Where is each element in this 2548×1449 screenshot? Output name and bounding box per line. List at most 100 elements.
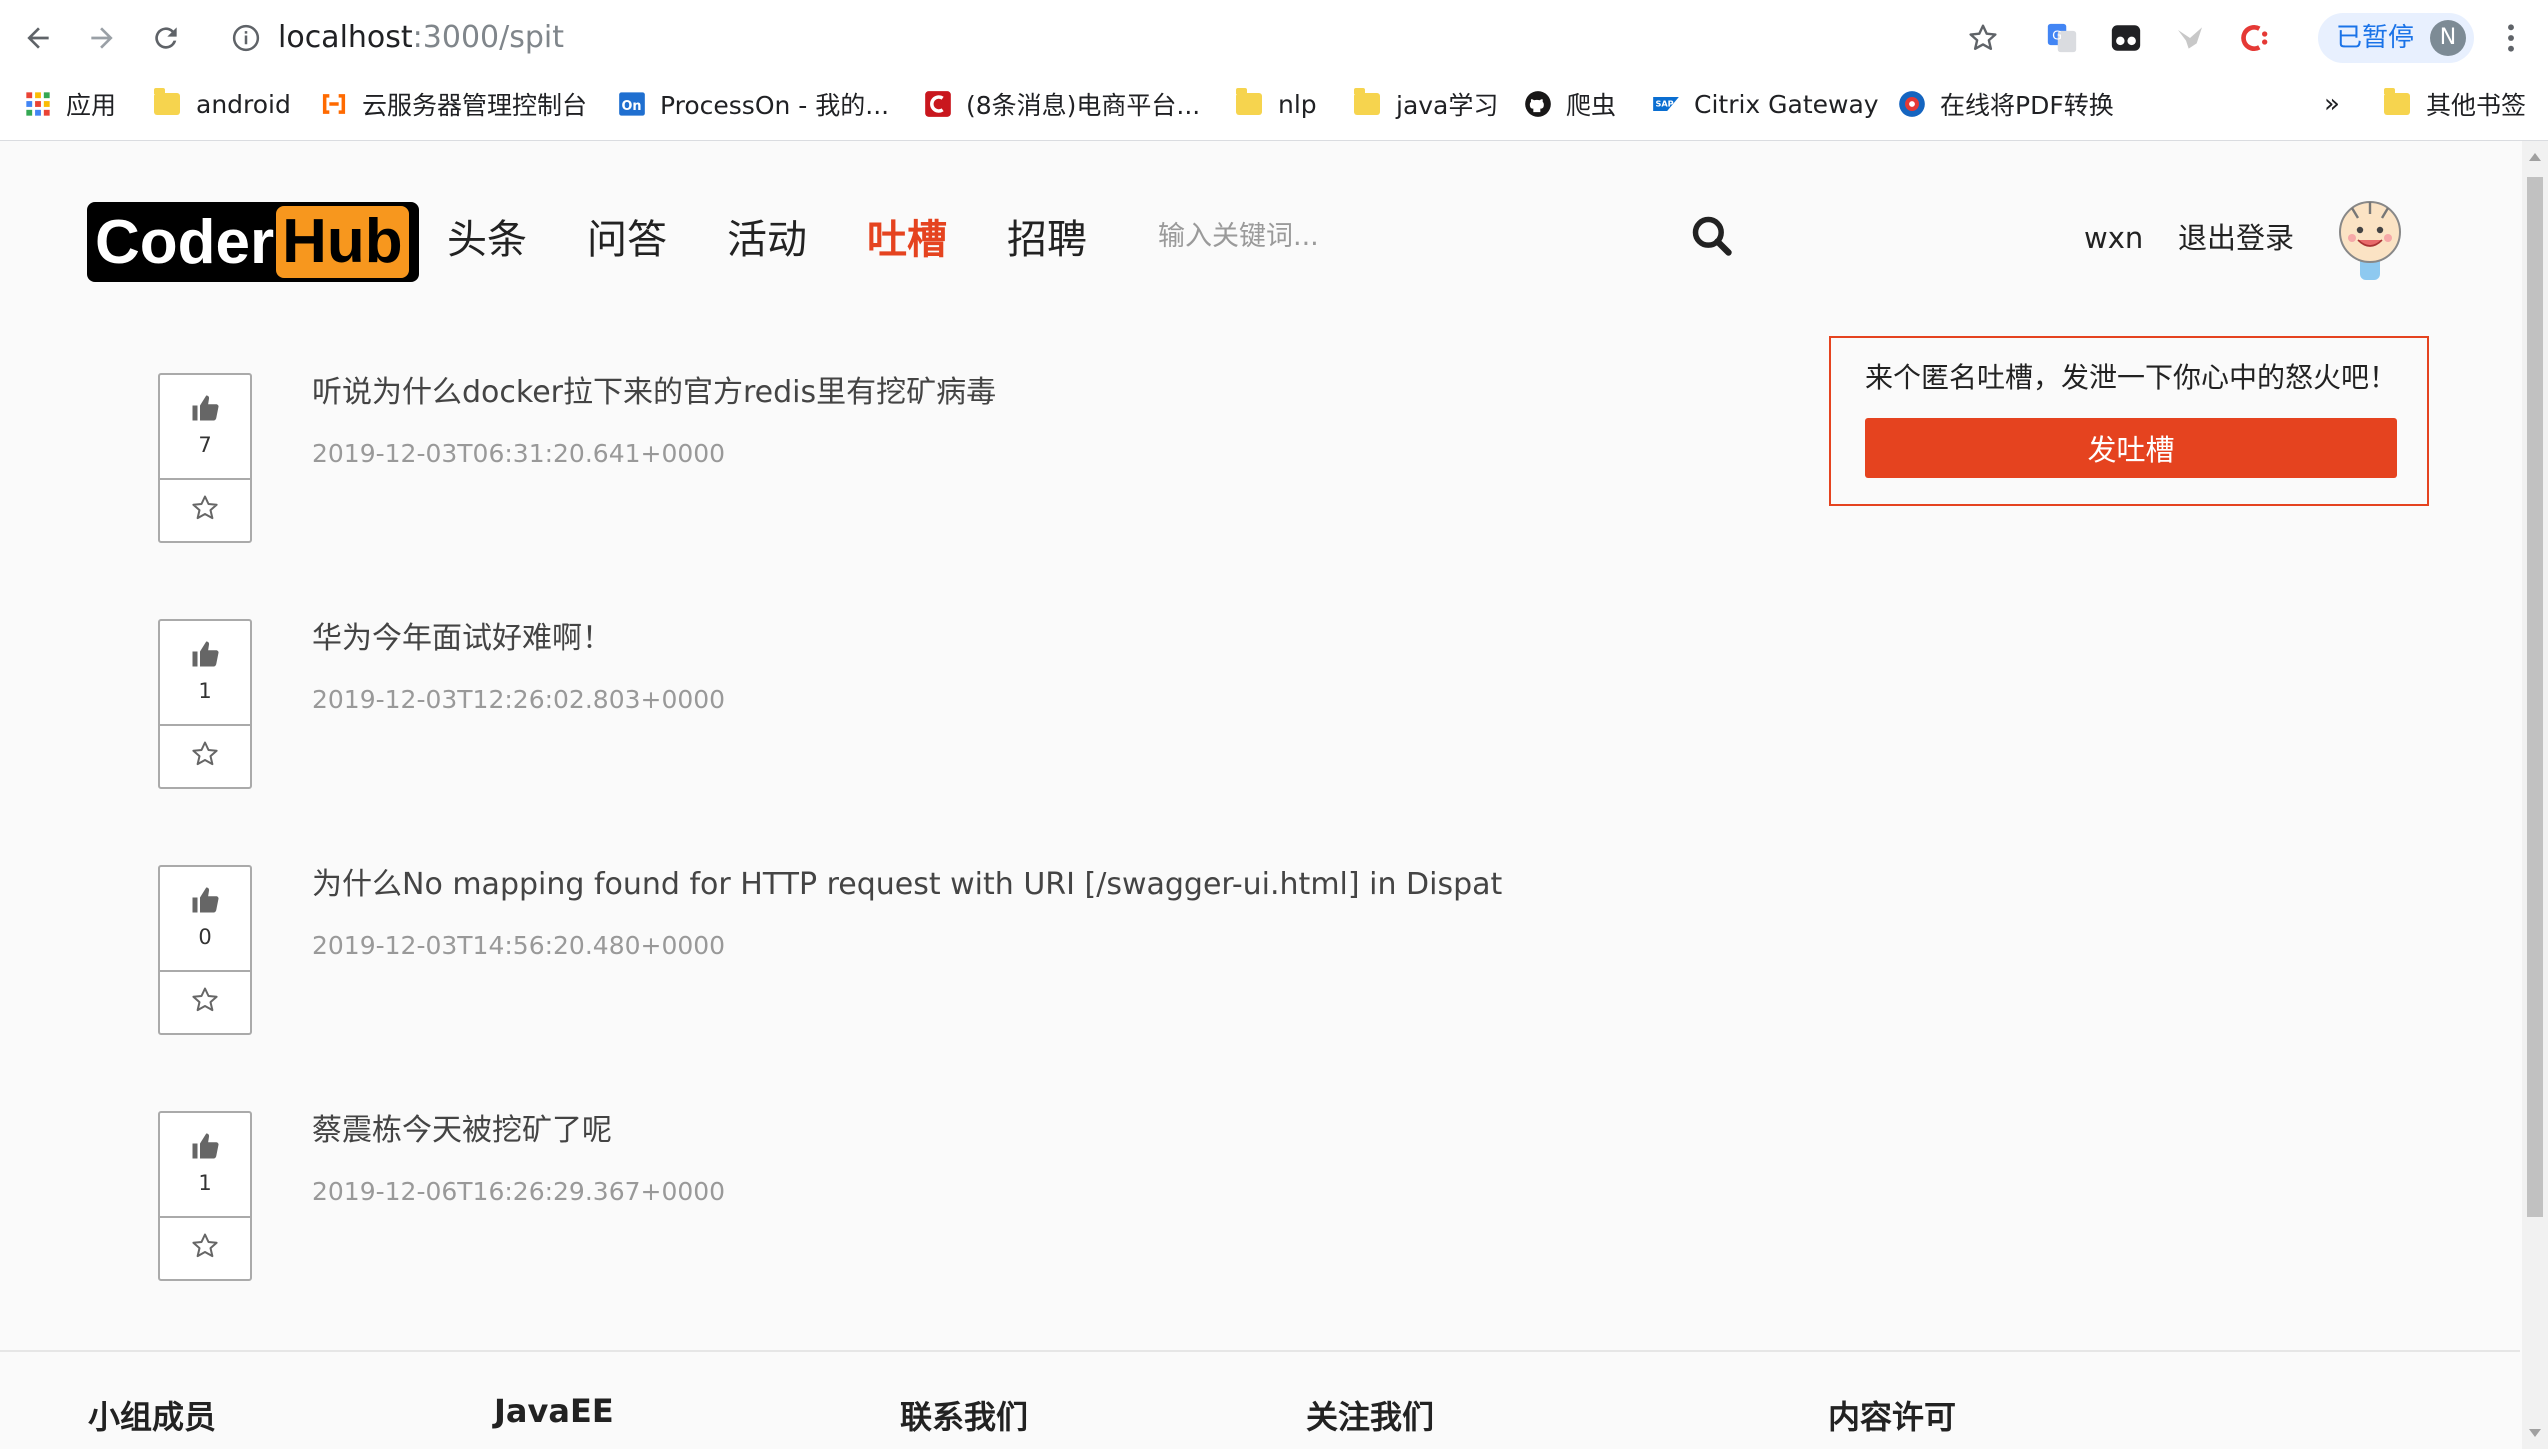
bookmark-processon[interactable]: On ProcessOn - 我的...: [618, 82, 889, 126]
bookmark-label: 爬虫: [1566, 91, 1617, 120]
username-link[interactable]: wxn: [2084, 216, 2143, 260]
star-outline-icon[interactable]: [190, 1231, 220, 1261]
glasses-icon: [2111, 25, 2141, 51]
bookmark-label: nlp: [1278, 89, 1317, 119]
nav-headlines[interactable]: 头条: [447, 210, 527, 270]
more-bookmarks-label: »: [2324, 89, 2340, 119]
scroll-up-arrow-icon[interactable]: [2529, 153, 2541, 161]
list-item: 1 蔡震栋今天被挖矿了呢 2019-12-06T16:26:29.367+000…: [0, 1111, 1800, 1286]
footer-heading-members: 小组成员: [88, 1398, 217, 1436]
spit-title[interactable]: 为什么No mapping found for HTTP request wit…: [312, 865, 1502, 905]
page-scrollbar[interactable]: [2522, 141, 2548, 1449]
bookmark-csdn[interactable]: (8条消息)电商平台...: [924, 82, 1200, 126]
bookmark-nlp[interactable]: nlp: [1236, 82, 1317, 126]
like-button[interactable]: 1: [160, 1113, 250, 1218]
star-outline-icon: [1969, 24, 1997, 50]
reload-icon: [155, 27, 177, 49]
vote-box: 1: [158, 1111, 252, 1281]
spit-title[interactable]: 听说为什么docker拉下来的官方redis里有挖矿病毒: [312, 373, 996, 413]
url-host: localhost: [278, 20, 413, 55]
like-button[interactable]: 1: [160, 621, 250, 726]
star-outline-icon[interactable]: [190, 493, 220, 523]
nav-jobs[interactable]: 招聘: [1007, 210, 1087, 270]
csdn-icon: [925, 91, 951, 117]
star-outline-icon[interactable]: [190, 985, 220, 1015]
logout-link[interactable]: 退出登录: [2178, 216, 2294, 260]
back-button[interactable]: [14, 14, 62, 62]
post-spit-prompt: 来个匿名吐槽，发泄一下你心中的怒火吧！: [1865, 361, 2398, 394]
list-item: 7 听说为什么docker拉下来的官方redis里有挖矿病毒 2019-12-0…: [0, 373, 1800, 548]
folder-icon: [154, 88, 182, 118]
folder-icon: [1354, 88, 1382, 118]
other-bookmarks[interactable]: 其他书签: [2384, 82, 2526, 126]
svg-text:SAP: SAP: [1656, 98, 1674, 108]
bookmark-label: 云服务器管理控制台: [362, 91, 588, 120]
user-avatar[interactable]: [2334, 196, 2406, 280]
incognito-extension[interactable]: [2106, 18, 2146, 58]
like-count: 1: [198, 1171, 212, 1195]
reload-button[interactable]: [142, 14, 190, 62]
search-icon[interactable]: [1690, 214, 1734, 258]
bookmark-java[interactable]: java学习: [1354, 82, 1498, 126]
spit-timestamp: 2019-12-06T16:26:29.367+0000: [312, 1177, 726, 1206]
sync-paused-button[interactable]: 已暂停 N: [2318, 13, 2474, 63]
address-bar[interactable]: localhost:3000/spit: [278, 18, 564, 58]
nav-qa[interactable]: 问答: [587, 210, 667, 270]
nav-spit[interactable]: 吐槽: [867, 210, 947, 270]
search-bar: [1142, 190, 1752, 282]
vote-box: 1: [158, 619, 252, 789]
list-item: 0 为什么No mapping found for HTTP request w…: [0, 865, 1800, 1040]
thumbs-up-icon: [192, 887, 219, 913]
bookmark-crawler[interactable]: 爬虫: [1524, 82, 1616, 126]
pdf-convert-icon: [1899, 91, 1925, 117]
search-input[interactable]: [1158, 210, 1678, 262]
bookmark-citrix[interactable]: SAP Citrix Gateway: [1652, 82, 1879, 126]
spit-timestamp: 2019-12-03T14:56:20.480+0000: [312, 931, 726, 960]
site-info-button[interactable]: [222, 14, 270, 62]
like-count: 1: [198, 679, 212, 703]
sap-icon: SAP: [1653, 97, 1679, 111]
coderhub-logo[interactable]: Coder Hub: [87, 202, 419, 282]
thumbs-up-icon: [192, 395, 219, 421]
info-icon: [232, 24, 260, 52]
bookmark-label: 应用: [66, 91, 117, 120]
bookmark-label: 在线将PDF转换: [1940, 91, 2114, 120]
bookmark-apps[interactable]: 应用: [24, 82, 116, 126]
spit-title[interactable]: 华为今年面试好难啊！: [312, 619, 612, 659]
bookmark-android[interactable]: android: [154, 82, 291, 126]
url-path: :3000/spit: [412, 20, 565, 55]
more-bookmarks-button[interactable]: »: [2324, 82, 2340, 126]
bookmark-star-button[interactable]: [1963, 18, 2003, 58]
bookmark-aliyun[interactable]: 云服务器管理控制台: [320, 82, 587, 126]
folder-icon: [2384, 88, 2412, 118]
footer-heading-javaee: JavaEE: [494, 1392, 614, 1430]
forward-button[interactable]: [78, 14, 126, 62]
c-extension[interactable]: [2234, 18, 2274, 58]
scroll-down-arrow-icon[interactable]: [2529, 1429, 2541, 1437]
spit-title[interactable]: 蔡震栋今天被挖矿了呢: [312, 1111, 612, 1151]
bookmark-label: (8条消息)电商平台...: [966, 91, 1201, 120]
vote-box: 0: [158, 865, 252, 1035]
bookmark-pdf[interactable]: 在线将PDF转换: [1898, 82, 2114, 126]
browser-menu-button[interactable]: [2494, 18, 2528, 58]
svg-text:On: On: [622, 99, 642, 114]
github-icon: [1525, 91, 1551, 117]
processon-icon: On: [619, 92, 645, 116]
bookmarks-bar: 应用 android 云服务器管理控制台 On ProcessOn - 我的..…: [0, 76, 2548, 132]
like-button[interactable]: 7: [160, 375, 250, 480]
star-outline-icon[interactable]: [190, 739, 220, 769]
like-button[interactable]: 0: [160, 867, 250, 972]
like-count: 7: [198, 433, 212, 457]
nav-activities[interactable]: 活动: [727, 210, 807, 270]
paused-label: 已暂停: [2336, 23, 2415, 53]
bookmark-label: Citrix Gateway: [1694, 89, 1879, 119]
bookmark-label: ProcessOn - 我的...: [660, 91, 890, 120]
bookmark-label: 其他书签: [2426, 91, 2527, 120]
svg-text:G: G: [2052, 28, 2062, 43]
translate-extension[interactable]: G: [2042, 18, 2082, 58]
bird-extension[interactable]: [2170, 18, 2210, 58]
post-spit-button[interactable]: 发吐槽: [1865, 418, 2397, 478]
scrollbar-thumb[interactable]: [2527, 177, 2543, 1217]
aliyun-icon: [322, 94, 346, 114]
spit-timestamp: 2019-12-03T06:31:20.641+0000: [312, 439, 726, 468]
